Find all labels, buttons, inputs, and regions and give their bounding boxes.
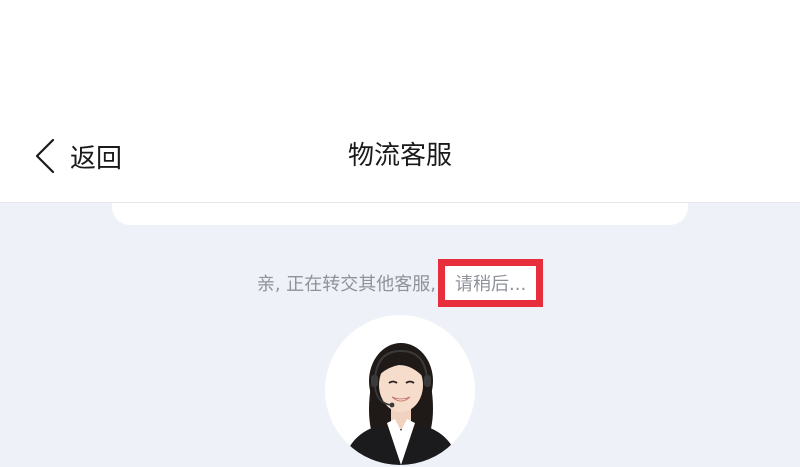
- chat-area[interactable]: 亲, 正在转交其他客服, 请稍后...: [0, 203, 800, 467]
- waiting-text: 请稍后...: [455, 274, 527, 295]
- message-bubble: [112, 203, 688, 225]
- customer-service-agent-icon: [343, 343, 459, 465]
- status-bar-area: [0, 0, 800, 120]
- system-message-text: 亲, 正在转交其他客服,: [256, 274, 436, 295]
- page-title: 物流客服: [347, 141, 452, 171]
- system-message: 亲, 正在转交其他客服, 请稍后...: [0, 259, 800, 307]
- navigation-bar: 返回 物流客服: [0, 120, 800, 203]
- agent-avatar[interactable]: [325, 315, 475, 465]
- highlighted-waiting-text: 请稍后...: [438, 259, 544, 307]
